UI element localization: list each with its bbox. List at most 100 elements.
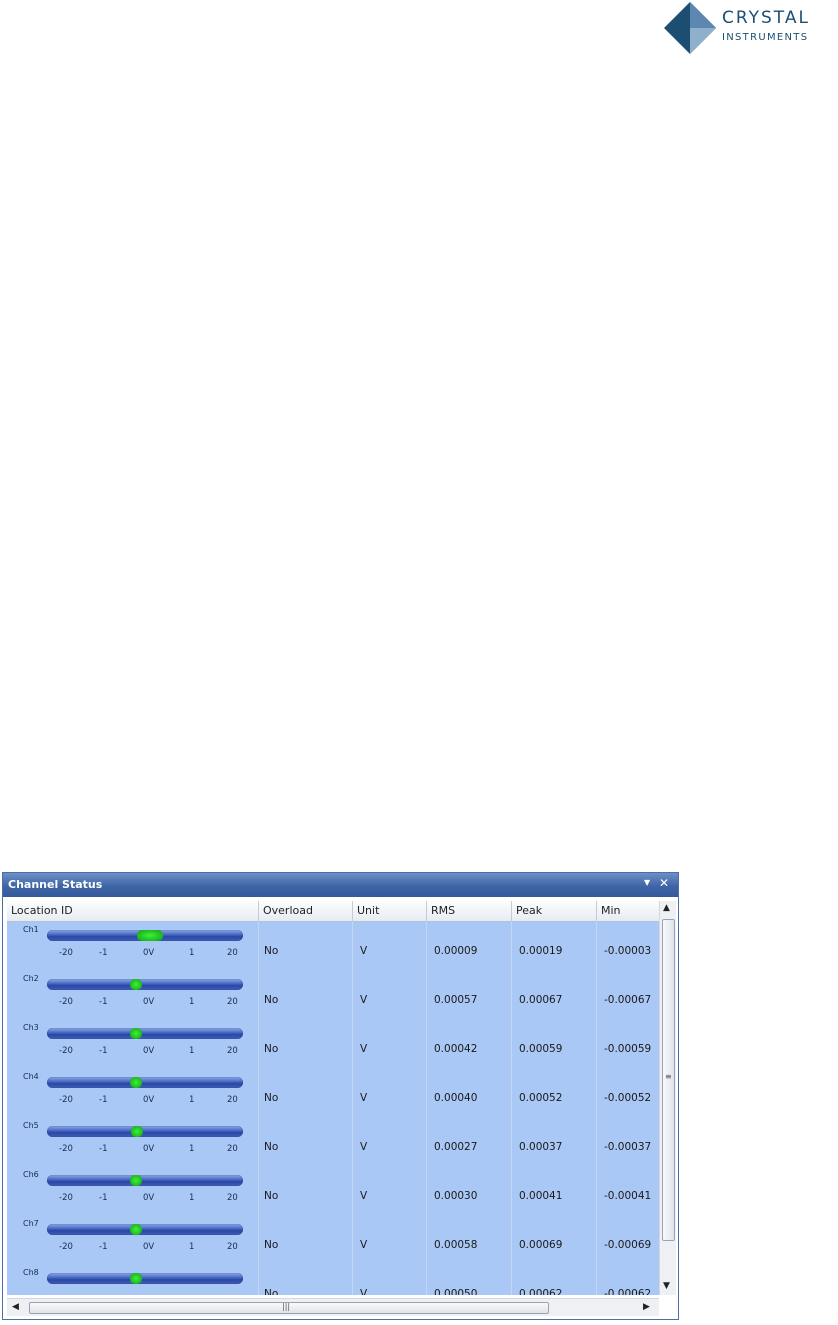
peak-cell: 0.00067: [519, 994, 563, 1006]
min-cell: -0.00069: [604, 1239, 652, 1251]
rms-cell: 0.00058: [434, 1239, 478, 1251]
crystal-instruments-logo: CRYSTAL INSTRUMENTS: [662, 0, 838, 56]
level-indicator: [130, 1273, 143, 1284]
scale-tick-label: 20: [227, 1144, 238, 1154]
peak-cell: 0.00069: [519, 1239, 563, 1251]
scale-tick-label: -20: [59, 1046, 73, 1056]
horizontal-scroll-thumb[interactable]: |||: [29, 1302, 549, 1314]
peak-cell: 0.00041: [519, 1190, 563, 1202]
channel-grid: Location ID Overload Unit RMS Peak Min C…: [7, 901, 659, 1295]
scroll-right-arrow-icon[interactable]: ▶: [643, 1302, 650, 1312]
scale-tick-label: -1: [99, 1193, 108, 1203]
min-cell: -0.00041: [604, 1190, 652, 1202]
table-row[interactable]: Ch5 -20 -1 0V 1 20 No V 0.00027 0.00037 -0.00037: [7, 1119, 659, 1168]
logo-brand-line2: INSTRUMENTS: [722, 32, 809, 43]
scale-ticks: -20 -1 0V 1 20: [47, 1046, 243, 1056]
scale-tick-label: 1: [189, 1193, 195, 1203]
peak-cell: 0.00059: [519, 1043, 563, 1055]
scale-ticks: -20 -1 0V 1 20: [47, 1144, 243, 1154]
scale-tick-label: -20: [59, 1095, 73, 1105]
scale-tick-label: 0V: [143, 1046, 155, 1056]
scale-tick-label: 1: [189, 1095, 195, 1105]
overload-cell: No: [264, 994, 279, 1006]
scale-tick-label: 0V: [143, 1095, 155, 1105]
table-row[interactable]: Ch1 -20 -1 0V 1 20 No V 0.00009 0.00019 -0.00003: [7, 923, 659, 972]
scale-tick-label: -1: [99, 948, 108, 958]
column-header-rms[interactable]: RMS: [427, 901, 512, 921]
table-row[interactable]: Ch2 -20 -1 0V 1 20 No V 0.00057 0.00067 -0.00067: [7, 972, 659, 1021]
table-row[interactable]: Ch6 -20 -1 0V 1 20 No V 0.00030 0.00041 -0.00041: [7, 1168, 659, 1217]
unit-cell: V: [360, 1141, 368, 1153]
level-meter-bar: [47, 1175, 243, 1186]
grip-icon: ≡: [665, 1072, 672, 1081]
rms-cell: 0.00040: [434, 1092, 478, 1104]
rms-cell: 0.00030: [434, 1190, 478, 1202]
scroll-up-arrow-icon[interactable]: ▲: [663, 903, 670, 913]
table-row[interactable]: Ch8 No V 0.00050 0.00062 -0.00062: [7, 1266, 659, 1295]
channel-label: Ch7: [23, 1219, 39, 1228]
peak-cell: 0.00062: [519, 1288, 563, 1295]
scale-ticks: -20 -1 0V 1 20: [47, 997, 243, 1007]
close-icon[interactable]: ✕: [659, 876, 669, 890]
scroll-left-arrow-icon[interactable]: ◀: [12, 1302, 19, 1312]
channel-status-panel: Channel Status ▼ ✕ Location ID Overload …: [2, 872, 679, 1320]
peak-cell: 0.00052: [519, 1092, 563, 1104]
peak-cell: 0.00019: [519, 945, 563, 957]
level-meter-bar: [47, 979, 243, 990]
level-indicator: [137, 930, 163, 941]
unit-cell: V: [360, 1092, 368, 1104]
unit-cell: V: [360, 1190, 368, 1202]
min-cell: -0.00062: [604, 1288, 652, 1295]
scale-tick-label: -1: [99, 1144, 108, 1154]
scale-tick-label: 1: [189, 1242, 195, 1252]
scale-tick-label: 1: [189, 1046, 195, 1056]
scale-tick-label: 1: [189, 997, 195, 1007]
scale-tick-label: -1: [99, 997, 108, 1007]
overload-cell: No: [264, 1092, 279, 1104]
scale-ticks: -20 -1 0V 1 20: [47, 1193, 243, 1203]
panel-title: Channel Status: [8, 878, 103, 891]
min-cell: -0.00067: [604, 994, 652, 1006]
column-header-overload[interactable]: Overload: [259, 901, 353, 921]
rms-cell: 0.00050: [434, 1288, 478, 1295]
scale-tick-label: 0V: [143, 1242, 155, 1252]
vertical-scrollbar[interactable]: ▲ ≡ ▼: [659, 901, 676, 1295]
column-header-min[interactable]: Min: [597, 901, 659, 921]
channel-label: Ch8: [23, 1268, 39, 1277]
scroll-down-arrow-icon[interactable]: ▼: [663, 1281, 670, 1291]
scale-tick-label: -20: [59, 1144, 73, 1154]
table-row[interactable]: Ch3 -20 -1 0V 1 20 No V 0.00042 0.00059 -0.00059: [7, 1021, 659, 1070]
diamond-logo-icon: [664, 2, 716, 54]
vertical-scroll-thumb[interactable]: ≡: [662, 919, 675, 1241]
level-meter-bar: [47, 1273, 243, 1284]
scale-tick-label: 20: [227, 1046, 238, 1056]
scale-ticks: -20 -1 0V 1 20: [47, 948, 243, 958]
channel-label: Ch1: [23, 925, 39, 934]
level-meter-bar: [47, 1224, 243, 1235]
unit-cell: V: [360, 1288, 368, 1295]
table-row[interactable]: Ch4 -20 -1 0V 1 20 No V 0.00040 0.00052 -0.00052: [7, 1070, 659, 1119]
panel-titlebar[interactable]: Channel Status ▼ ✕: [3, 873, 678, 897]
grip-icon: |||: [282, 1302, 291, 1311]
scale-tick-label: -20: [59, 997, 73, 1007]
scale-tick-label: 20: [227, 1242, 238, 1252]
column-header-location-id[interactable]: Location ID: [7, 901, 259, 921]
scale-ticks: -20 -1 0V 1 20: [47, 1095, 243, 1105]
rms-cell: 0.00027: [434, 1141, 478, 1153]
channel-label: Ch6: [23, 1170, 39, 1179]
peak-cell: 0.00037: [519, 1141, 563, 1153]
dropdown-arrow-icon[interactable]: ▼: [644, 878, 650, 887]
level-meter-bar: [47, 930, 243, 941]
scale-tick-label: -1: [99, 1095, 108, 1105]
unit-cell: V: [360, 945, 368, 957]
scale-tick-label: 20: [227, 948, 238, 958]
column-header-unit[interactable]: Unit: [353, 901, 427, 921]
channel-label: Ch2: [23, 974, 39, 983]
horizontal-scrollbar[interactable]: ◀ ||| ▶: [7, 1298, 659, 1316]
min-cell: -0.00059: [604, 1043, 652, 1055]
scale-tick-label: -20: [59, 948, 73, 958]
min-cell: -0.00037: [604, 1141, 652, 1153]
scale-tick-label: -1: [99, 1046, 108, 1056]
table-row[interactable]: Ch7 -20 -1 0V 1 20 No V 0.00058 0.00069 -0.00069: [7, 1217, 659, 1266]
column-header-peak[interactable]: Peak: [512, 901, 597, 921]
